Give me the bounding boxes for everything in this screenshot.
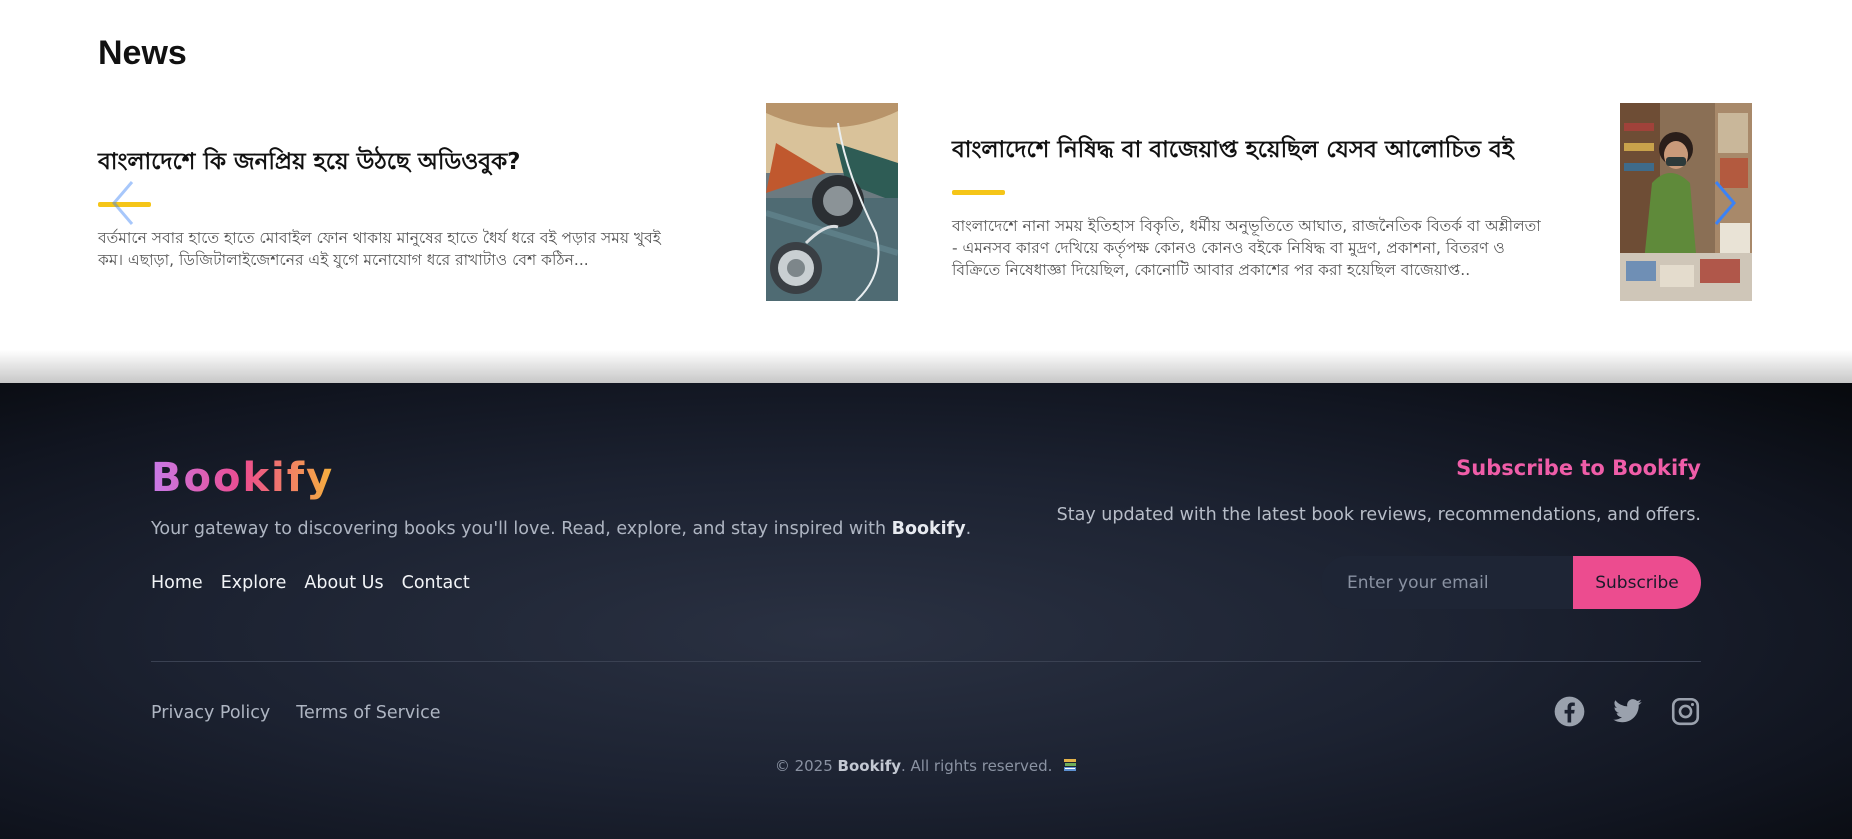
tagline-brand: Bookify — [891, 519, 966, 539]
news-section: News বাংলাদেশে কি জনপ্রিয় হয়ে উঠছে অডি… — [0, 0, 1852, 383]
subscribe-description: Stay updated with the latest book review… — [1056, 505, 1701, 525]
carousel-next-arrow-icon[interactable] — [1710, 178, 1740, 228]
footer-tagline: Your gateway to discovering books you'll… — [151, 519, 971, 539]
legal-links: Privacy Policy Terms of Service — [151, 703, 440, 723]
footer-nav-about-us[interactable]: About Us — [304, 573, 383, 593]
footer-nav-contact[interactable]: Contact — [402, 573, 470, 593]
footer-brand-logo[interactable]: Bookify — [151, 455, 334, 501]
news-image-headphones[interactable] — [766, 103, 898, 301]
tagline-suffix: . — [965, 519, 972, 539]
instagram-icon[interactable] — [1670, 696, 1701, 727]
news-card[interactable]: বাংলাদেশে নিষিদ্ধ বা বাজেয়াপ্ত হয়েছিল … — [952, 103, 1752, 301]
footer-nav: Home Explore About Us Contact — [151, 573, 470, 593]
news-card-text: বাংলাদেশে নিষিদ্ধ বা বাজেয়াপ্ত হয়েছিল … — [952, 131, 1541, 281]
news-title: News — [98, 34, 187, 72]
excerpt-line: বর্তমানে সবার হাতে হাতে মোবাইল ফোন থাকায… — [98, 229, 661, 247]
copyright-prefix: © 2025 — [774, 757, 838, 775]
copyright: © 2025 Bookify. All rights reserved. — [0, 757, 1852, 776]
privacy-policy-link[interactable]: Privacy Policy — [151, 703, 270, 723]
news-excerpt: বাংলাদেশে নানা সময় ইতিহাস বিকৃতি, ধর্মী… — [952, 215, 1541, 281]
excerpt-line: বিক্রিতে নিষেধাজ্ঞা দিয়েছিল, কোনোটি আবা… — [952, 261, 1471, 279]
subscribe-form: Subscribe — [1321, 556, 1701, 609]
news-card-text: বাংলাদেশে কি জনপ্রিয় হয়ে উঠছে অডিওবুক?… — [98, 143, 661, 271]
terms-of-service-link[interactable]: Terms of Service — [296, 703, 440, 723]
copyright-brand: Bookify — [837, 757, 901, 775]
subscribe-title: Subscribe to Bookify — [1456, 456, 1701, 480]
footer-nav-home[interactable]: Home — [151, 573, 203, 593]
subscribe-button[interactable]: Subscribe — [1573, 556, 1701, 609]
news-excerpt: বর্তমানে সবার হাতে হাতে মোবাইল ফোন থাকায… — [98, 227, 661, 271]
facebook-icon[interactable] — [1554, 696, 1585, 727]
excerpt-line: কম। এছাড়া, ডিজিটালাইজেশনের এই যুগে মনোয… — [98, 251, 589, 269]
headline-accent-bar — [952, 190, 1005, 195]
news-card[interactable]: বাংলাদেশে কি জনপ্রিয় হয়ে উঠছে অডিওবুক?… — [98, 103, 898, 301]
twitter-icon[interactable] — [1612, 696, 1643, 727]
email-input[interactable] — [1321, 556, 1573, 609]
tagline-text: Your gateway to discovering books you'll… — [151, 519, 892, 539]
social-links — [1554, 696, 1701, 727]
excerpt-line: - এমনসব কারণ দেখিয়ে কর্তৃপক্ষ কোনও কোনও… — [952, 239, 1505, 257]
footer-divider — [151, 661, 1701, 662]
carousel-prev-arrow-icon[interactable] — [108, 178, 138, 228]
site-footer: Bookify Your gateway to discovering book… — [0, 383, 1852, 839]
news-headline[interactable]: বাংলাদেশে নিষিদ্ধ বা বাজেয়াপ্ত হয়েছিল … — [952, 131, 1541, 170]
books-icon — [1063, 758, 1077, 776]
copyright-suffix: . All rights reserved. — [901, 757, 1053, 775]
news-headline[interactable]: বাংলাদেশে কি জনপ্রিয় হয়ে উঠছে অডিওবুক? — [98, 143, 661, 182]
excerpt-line: বাংলাদেশে নানা সময় ইতিহাস বিকৃতি, ধর্মী… — [952, 217, 1541, 235]
footer-nav-explore[interactable]: Explore — [221, 573, 287, 593]
section-shadow — [0, 350, 1852, 383]
